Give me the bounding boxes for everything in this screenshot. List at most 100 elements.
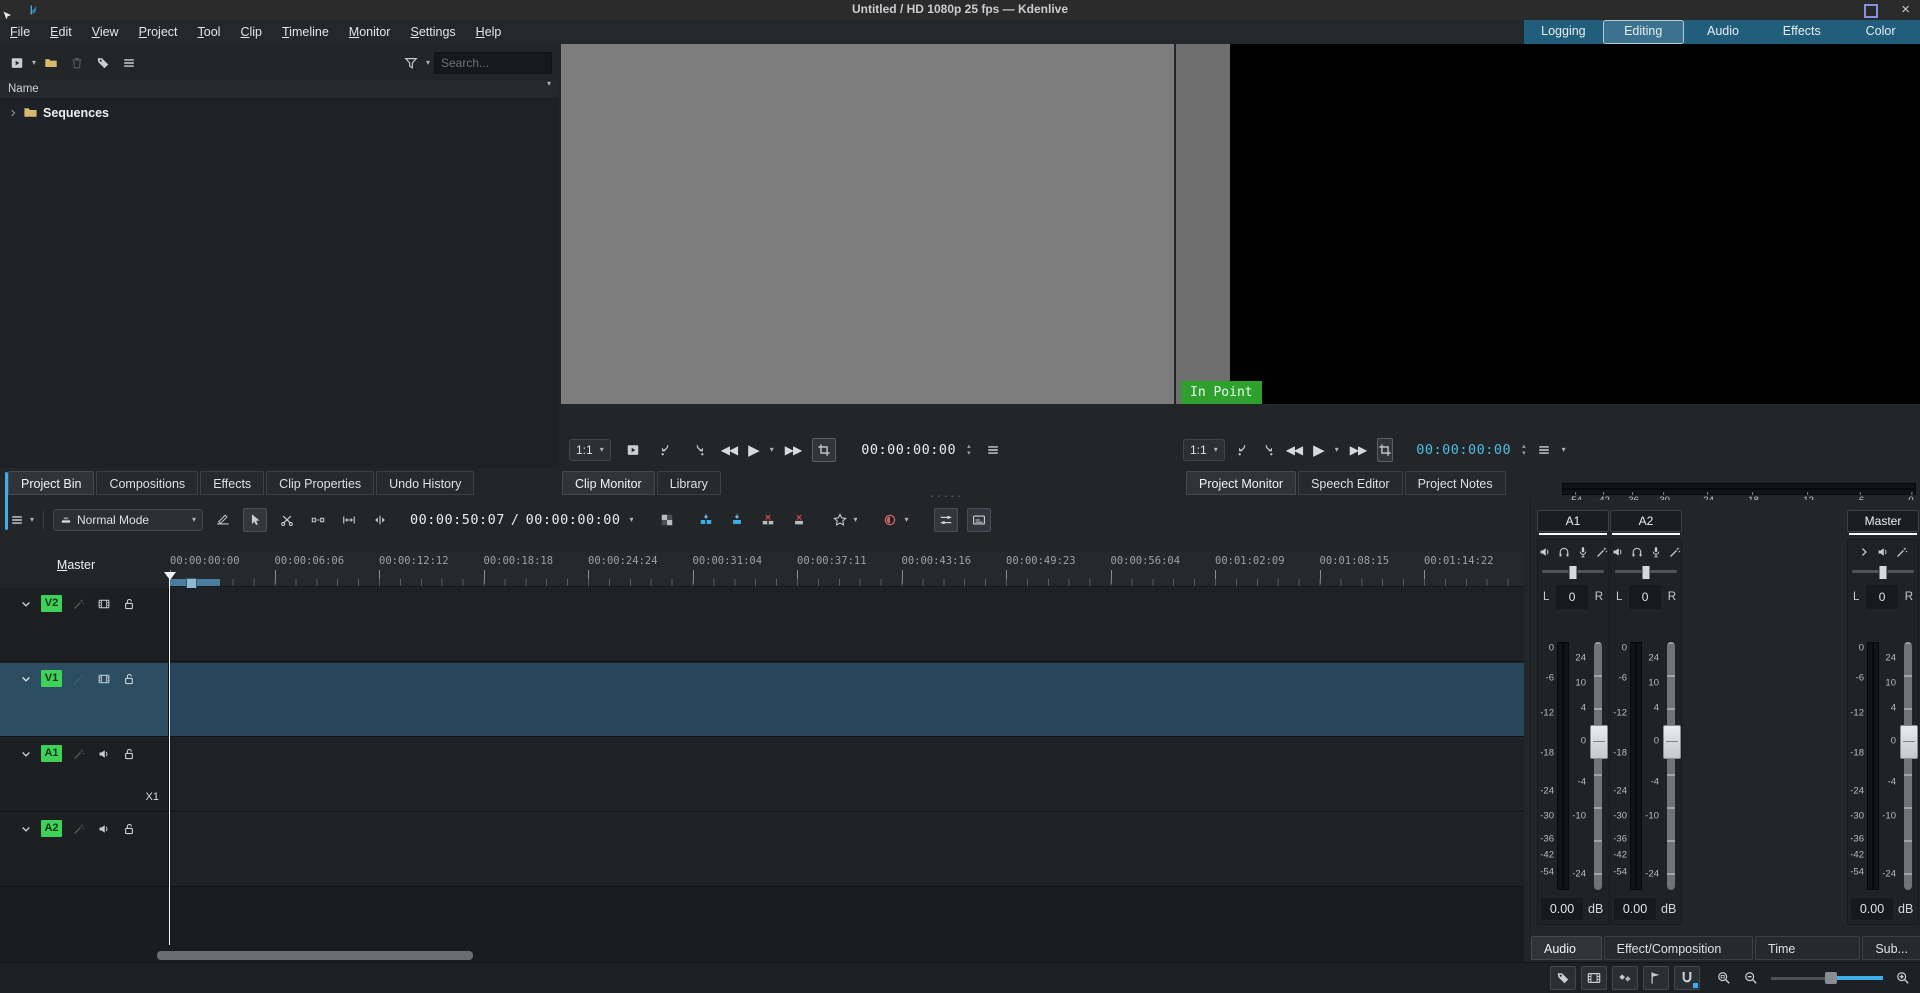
- balance-slider[interactable]: [1852, 564, 1914, 580]
- favorite-effects-dropdown-icon[interactable]: ▾: [853, 516, 857, 524]
- show-mixer-button[interactable]: [934, 508, 958, 532]
- tab-clip-monitor[interactable]: Clip Monitor: [562, 471, 655, 495]
- mixer-channel-title[interactable]: Master: [1847, 510, 1919, 532]
- hide-video-icon[interactable]: [96, 596, 112, 612]
- rewind-button[interactable]: ◀◀: [1286, 443, 1302, 457]
- workspace-tab-audio[interactable]: Audio: [1684, 20, 1763, 44]
- channel-effects-icon[interactable]: [1896, 546, 1908, 558]
- set-out-point-button[interactable]: [1261, 439, 1275, 461]
- menu-item[interactable]: Timeline: [272, 20, 339, 44]
- mute-icon[interactable]: [1539, 546, 1551, 558]
- collapse-chevron-icon[interactable]: [20, 748, 32, 760]
- mixer-channel-title[interactable]: A2: [1610, 510, 1682, 532]
- razor-tool-button[interactable]: [276, 509, 298, 531]
- record-audio-button[interactable]: [879, 509, 901, 531]
- search-input[interactable]: [434, 52, 552, 74]
- track-label[interactable]: A2: [41, 820, 62, 837]
- play-options-icon[interactable]: ▾: [1335, 446, 1339, 454]
- tab-subtitles[interactable]: Sub...: [1862, 936, 1920, 960]
- play-options-icon[interactable]: ▾: [770, 446, 774, 454]
- tab-project-bin[interactable]: Project Bin: [8, 471, 94, 495]
- track-header-v2[interactable]: V2: [0, 588, 169, 662]
- mute-icon[interactable]: [1612, 546, 1624, 558]
- set-in-point-button[interactable]: [655, 439, 677, 461]
- maximize-button[interactable]: [1864, 4, 1878, 18]
- collapse-chevron-icon[interactable]: [20, 823, 32, 835]
- fast-forward-button[interactable]: ▶▶: [1350, 443, 1366, 457]
- tab-effects[interactable]: Effects: [200, 471, 264, 495]
- workspace-tab-effects[interactable]: Effects: [1762, 20, 1841, 44]
- tab-compositions[interactable]: Compositions: [96, 471, 198, 495]
- set-in-point-button[interactable]: [1236, 439, 1250, 461]
- spin-up-icon[interactable]: ▴: [1522, 444, 1526, 450]
- timecode-options-icon[interactable]: ▾: [629, 516, 633, 524]
- insert-zone-button[interactable]: [695, 509, 717, 531]
- selection-tool-button[interactable]: [243, 508, 267, 532]
- tags-button[interactable]: [92, 52, 114, 74]
- track-effects-icon[interactable]: [71, 746, 87, 762]
- track-header-v1[interactable]: V1: [0, 663, 169, 737]
- project-monitor-menu-button[interactable]: [1537, 439, 1551, 461]
- tab-speech-editor[interactable]: Speech Editor: [1298, 471, 1403, 495]
- volume-fader[interactable]: [1663, 640, 1680, 892]
- track-label[interactable]: V2: [41, 595, 62, 612]
- record-mic-icon[interactable]: [1577, 546, 1589, 558]
- menu-item[interactable]: File: [0, 20, 40, 44]
- track-compositing-button[interactable]: [656, 509, 678, 531]
- track-lane-v1[interactable]: [170, 663, 1524, 737]
- bin-view-mode-button[interactable]: [6, 52, 28, 74]
- balance-handle[interactable]: [1642, 565, 1651, 580]
- favorite-effects-button[interactable]: [829, 509, 851, 531]
- audio-target-badge[interactable]: X1: [146, 791, 159, 803]
- lock-track-icon[interactable]: [121, 671, 137, 687]
- timeline-menu-button[interactable]: [6, 509, 28, 531]
- ripple-tool-button[interactable]: [338, 509, 360, 531]
- lock-track-icon[interactable]: [121, 821, 137, 837]
- balance-slider[interactable]: [1542, 564, 1604, 580]
- tab-project-notes[interactable]: Project Notes: [1405, 471, 1506, 495]
- workspace-tab-color[interactable]: Color: [1841, 20, 1920, 44]
- clip-zoom-select[interactable]: 1:1▾: [569, 439, 611, 461]
- record-dropdown-icon[interactable]: ▾: [905, 516, 909, 524]
- fast-forward-button[interactable]: ▶▶: [785, 443, 801, 457]
- track-effects-icon[interactable]: [71, 671, 87, 687]
- tab-effect-composition-stack[interactable]: Effect/Composition S...: [1604, 936, 1753, 960]
- level-value[interactable]: 0.00: [1614, 898, 1656, 920]
- bin-item-list[interactable]: Sequences: [0, 99, 559, 468]
- timecode-spinner[interactable]: ▴▾: [1522, 444, 1526, 457]
- mute-icon[interactable]: [1877, 546, 1889, 558]
- level-value[interactable]: 0.00: [1541, 898, 1583, 920]
- channel-effects-icon[interactable]: [1596, 546, 1608, 558]
- lock-track-icon[interactable]: [121, 746, 137, 762]
- bin-sort-button[interactable]: [118, 52, 140, 74]
- solo-headphones-icon[interactable]: [1631, 546, 1643, 558]
- playhead-line[interactable]: [169, 572, 170, 945]
- record-mic-icon[interactable]: [1650, 546, 1662, 558]
- zone-mode-button[interactable]: [1377, 438, 1393, 462]
- volume-fader[interactable]: [1900, 640, 1917, 892]
- menu-item[interactable]: Project: [129, 20, 188, 44]
- workspace-tab-editing[interactable]: Editing: [1603, 20, 1684, 44]
- snap-magnet-button[interactable]: [1674, 966, 1700, 990]
- clip-timecode[interactable]: 00:00:00:00: [861, 442, 956, 458]
- play-button[interactable]: ▶: [1313, 441, 1324, 459]
- channel-effects-icon[interactable]: [1669, 546, 1681, 558]
- project-timecode[interactable]: 00:00:00:00: [1416, 442, 1511, 458]
- balance-value[interactable]: 0: [1629, 585, 1661, 609]
- menu-item[interactable]: Edit: [40, 20, 82, 44]
- fader-handle[interactable]: [1900, 725, 1918, 759]
- expand-chevron-icon[interactable]: [8, 108, 18, 118]
- spacer-tool-button[interactable]: [307, 509, 329, 531]
- subtitles-button[interactable]: [967, 508, 991, 532]
- filter-dropdown-icon[interactable]: ▾: [426, 59, 430, 67]
- fader-handle[interactable]: [1663, 725, 1681, 759]
- tab-time-remapping[interactable]: Time Remap...: [1755, 936, 1860, 960]
- zoom-in-button[interactable]: [1892, 967, 1914, 989]
- spin-down-icon[interactable]: ▾: [1522, 451, 1526, 457]
- menu-item[interactable]: Monitor: [339, 20, 401, 44]
- timecode-spinner[interactable]: ▴▾: [967, 444, 971, 457]
- solo-headphones-icon[interactable]: [1558, 546, 1570, 558]
- project-zoom-select[interactable]: 1:1▾: [1183, 439, 1225, 461]
- extract-zone-button[interactable]: [757, 509, 779, 531]
- overwrite-zone-button[interactable]: [726, 509, 748, 531]
